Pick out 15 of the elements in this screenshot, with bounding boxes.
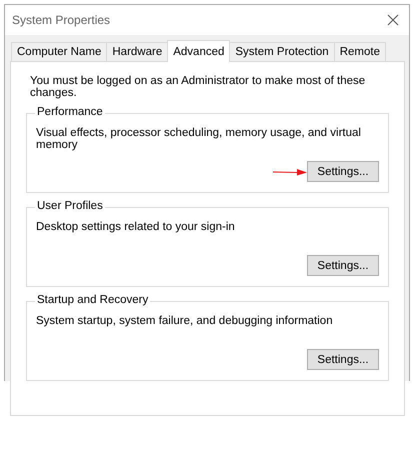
settings-button[interactable]: Settings... (307, 255, 379, 276)
group-description: Desktop settings related to your sign-in (36, 221, 236, 233)
notice-text: You must be logged on as an Administrator to make most of these changes. (30, 75, 366, 99)
close-icon[interactable] (387, 14, 399, 26)
tab[interactable]: Remote (334, 42, 386, 61)
settings-button[interactable]: Settings... (307, 349, 379, 370)
tab[interactable]: Computer Name (11, 42, 108, 61)
group-description: Visual effects, processor scheduling, memory usage, and virtual memory (36, 127, 362, 151)
group-title: Startup and Recovery (35, 294, 150, 306)
group-title: User Profiles (35, 200, 105, 212)
window-title: System Properties (12, 13, 110, 27)
settings-button[interactable]: Settings... (307, 161, 379, 182)
tab[interactable]: Advanced (167, 40, 230, 62)
group-title: Performance (35, 106, 105, 118)
group-description: System startup, system failure, and debugging information (36, 315, 334, 327)
